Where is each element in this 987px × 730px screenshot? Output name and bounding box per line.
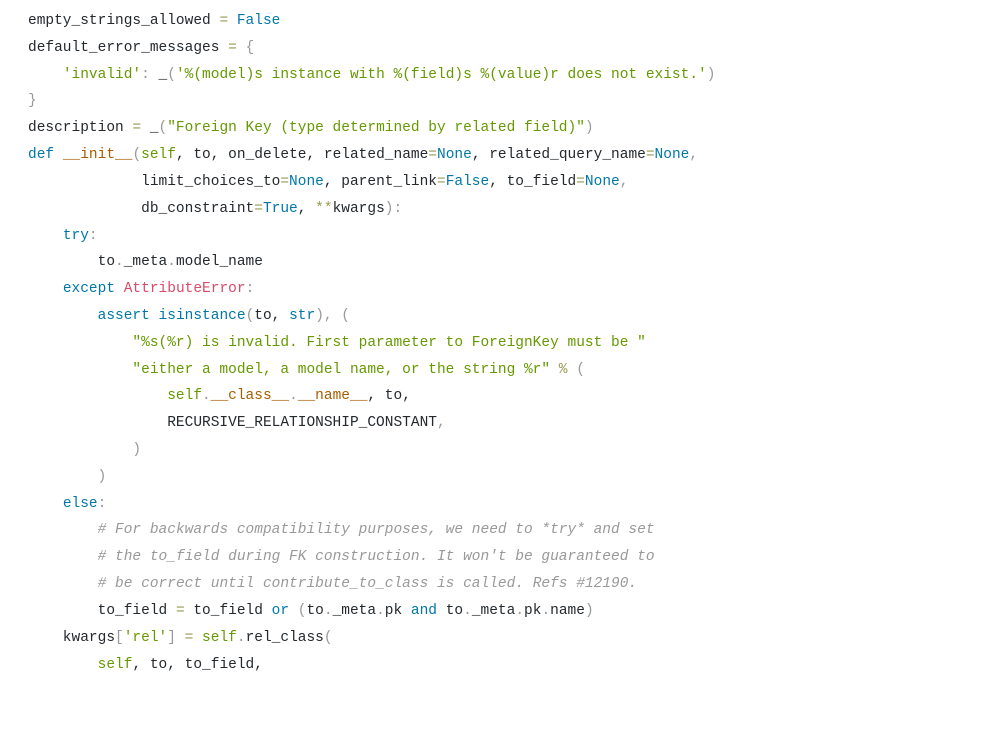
- code-line: self.__class__.__name__, to,: [0, 383, 987, 410]
- code-line: ): [0, 437, 987, 464]
- code-line: "either a model, a model name, or the st…: [0, 357, 987, 384]
- code-line: }: [0, 88, 987, 115]
- code-line: to._meta.model_name: [0, 249, 987, 276]
- code-line: except AttributeError:: [0, 276, 987, 303]
- code-line: 'invalid': _('%(model)s instance with %(…: [0, 62, 987, 89]
- code-line: # the to_field during FK construction. I…: [0, 544, 987, 571]
- code-line: db_constraint=True, **kwargs):: [0, 196, 987, 223]
- code-line: description = _("Foreign Key (type deter…: [0, 115, 987, 142]
- code-line: def __init__(self, to, on_delete, relate…: [0, 142, 987, 169]
- code-line: kwargs['rel'] = self.rel_class(: [0, 625, 987, 652]
- code-line: "%s(%r) is invalid. First parameter to F…: [0, 330, 987, 357]
- code-line: ): [0, 464, 987, 491]
- code-line: # For backwards compatibility purposes, …: [0, 517, 987, 544]
- code-line: limit_choices_to=None, parent_link=False…: [0, 169, 987, 196]
- code-line: # be correct until contribute_to_class i…: [0, 571, 987, 598]
- code-line: self, to, to_field,: [0, 652, 987, 679]
- code-line: empty_strings_allowed = False: [0, 8, 987, 35]
- code-line: else:: [0, 491, 987, 518]
- code-line: assert isinstance(to, str), (: [0, 303, 987, 330]
- code-block: empty_strings_allowed = False default_er…: [0, 0, 987, 686]
- code-line: default_error_messages = {: [0, 35, 987, 62]
- code-line: try:: [0, 223, 987, 250]
- code-line: RECURSIVE_RELATIONSHIP_CONSTANT,: [0, 410, 987, 437]
- code-line: to_field = to_field or (to._meta.pk and …: [0, 598, 987, 625]
